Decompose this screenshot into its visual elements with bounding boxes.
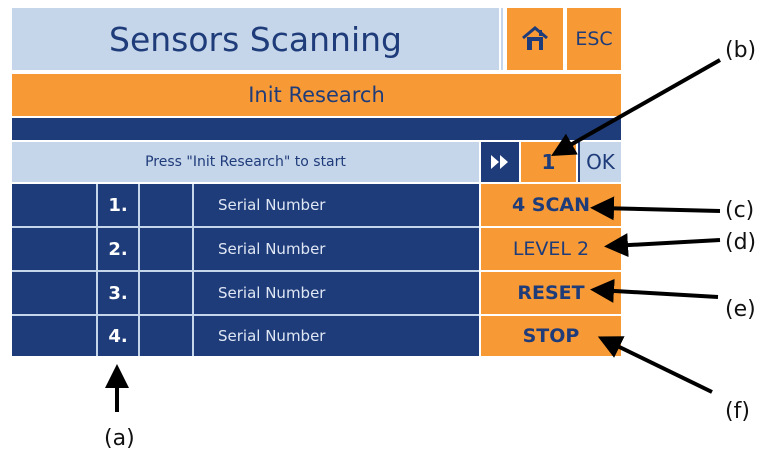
arrow-e [590, 278, 719, 303]
annotation-arrows [105, 58, 721, 412]
label-d: (d) [725, 230, 757, 255]
arrow-b [551, 58, 721, 156]
label-c: (c) [725, 198, 755, 223]
label-a: (a) [104, 426, 135, 451]
label-e: (e) [725, 297, 756, 322]
arrow-d [604, 233, 721, 258]
label-f: (f) [725, 399, 750, 424]
arrow-c [590, 196, 721, 221]
arrow-f [597, 336, 713, 394]
label-b: (b) [725, 38, 757, 63]
